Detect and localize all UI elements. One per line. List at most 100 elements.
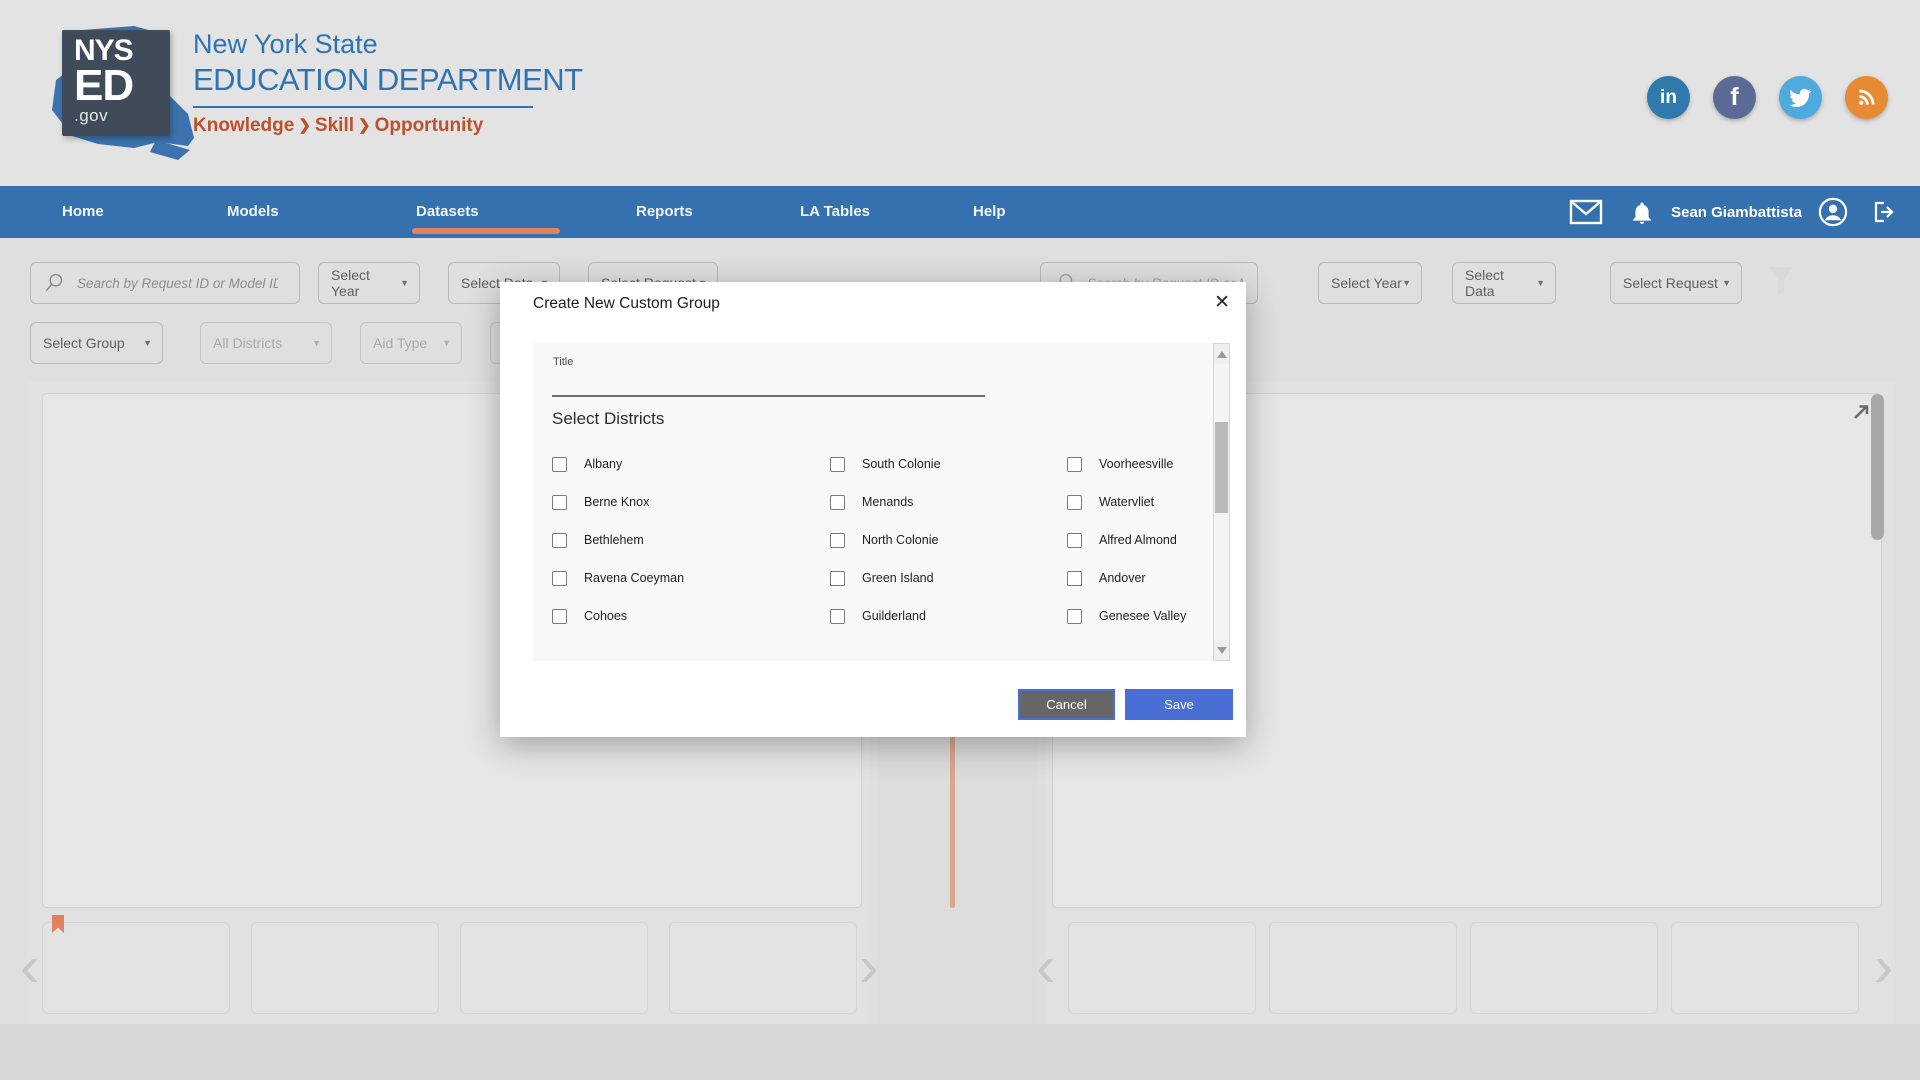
scrollbar-up-button[interactable] [1214,344,1229,364]
left-search-input[interactable] [75,275,280,292]
right-carousel-prev-icon[interactable]: ‹ [1036,938,1055,996]
district-label: North Colonie [862,533,938,547]
district-label: Menands [862,495,913,509]
facebook-icon[interactable]: f [1713,76,1756,119]
district-label: South Colonie [862,457,941,471]
filter-funnel-icon[interactable] [1768,266,1794,296]
title-input[interactable] [552,365,985,397]
district-item: Guilderland [830,608,941,624]
tagline-knowledge: Knowledge [193,115,294,136]
right-select-year-dropdown[interactable]: Select Year▼ [1318,262,1422,304]
nav-item-la-tables[interactable]: LA Tables [800,186,870,238]
district-checkbox-berne-knox[interactable] [552,495,567,510]
nav-right-cluster: Sean Giambattista [1569,186,1896,238]
district-item: Andover [1067,570,1186,586]
district-checkbox-voorheesville[interactable] [1067,457,1082,472]
nav-item-reports[interactable]: Reports [636,186,693,238]
triangle-down-icon [1217,647,1227,654]
carousel-card[interactable] [460,922,648,1014]
left-carousel-prev-icon[interactable]: ‹ [20,938,39,996]
page-scrollbar-thumb[interactable] [1871,394,1884,540]
left-carousel-next-icon[interactable]: › [859,938,878,996]
district-item: Green Island [830,570,941,586]
all-districts-dropdown[interactable]: All Districts▼ [200,322,332,364]
district-checkbox-cohoes[interactable] [552,609,567,624]
district-column-2: South Colonie Menands North Colonie Gree… [830,456,941,624]
nav-item-help[interactable]: Help [973,186,1006,238]
aid-type-dropdown[interactable]: Aid Type▼ [360,322,462,364]
district-item: Berne Knox [552,494,684,510]
district-item: Albany [552,456,684,472]
bottom-strip [0,1024,1920,1080]
site-header: NYS ED .gov New York State EDUCATION DEP… [0,0,1920,186]
district-checkbox-andover[interactable] [1067,571,1082,586]
brand-tagline: Knowledge❯Skill❯Opportunity [193,115,583,137]
modal-title: Create New Custom Group [533,295,720,313]
district-item: Ravena Coeyman [552,570,684,586]
district-checkbox-ravena-coeyman[interactable] [552,571,567,586]
carousel-card[interactable] [669,922,857,1014]
district-label: Ravena Coeyman [584,571,684,585]
save-button[interactable]: Save [1125,689,1233,720]
select-group-dropdown[interactable]: Select Group▼ [30,322,163,364]
district-checkbox-menands[interactable] [830,495,845,510]
carousel-card[interactable] [1269,922,1457,1014]
sign-out-icon[interactable] [1872,200,1896,224]
right-carousel-next-icon[interactable]: › [1874,938,1893,996]
district-checkbox-green-island[interactable] [830,571,845,586]
chevron-down-icon: ▼ [400,278,409,288]
user-name[interactable]: Sean Giambattista [1671,204,1802,221]
district-item: Alfred Almond [1067,532,1186,548]
carousel-card[interactable] [1068,922,1256,1014]
nav-item-models[interactable]: Models [227,186,279,238]
district-checkbox-albany[interactable] [552,457,567,472]
modal-scrollbar-thumb[interactable] [1215,422,1228,513]
scrollbar-down-button[interactable] [1214,640,1229,660]
notifications-bell-icon[interactable] [1631,199,1653,225]
carousel-card[interactable] [42,922,230,1014]
mail-icon[interactable] [1569,199,1603,225]
account-avatar-icon[interactable] [1818,197,1848,227]
district-checkbox-watervliet[interactable] [1067,495,1082,510]
chevron-down-icon: ▼ [442,338,451,348]
chevron-down-icon: ▼ [1722,278,1731,288]
district-checkbox-alfred-almond[interactable] [1067,533,1082,548]
district-item: Menands [830,494,941,510]
district-checkbox-south-colonie[interactable] [830,457,845,472]
district-checkbox-guilderland[interactable] [830,609,845,624]
carousel-card[interactable] [1470,922,1658,1014]
district-checkbox-north-colonie[interactable] [830,533,845,548]
tagline-opportunity: Opportunity [375,115,484,136]
district-label: Bethlehem [584,533,644,547]
rss-icon[interactable] [1845,76,1888,119]
district-column-1: Albany Berne Knox Bethlehem Ravena Coeym… [552,456,684,624]
left-select-year-dropdown[interactable]: Select Year▼ [318,262,420,304]
right-carousel [1068,922,1859,1014]
close-icon[interactable]: ✕ [1214,291,1230,315]
district-item: North Colonie [830,532,941,548]
district-item: Cohoes [552,608,684,624]
right-select-request-dropdown[interactable]: Select Request▼ [1610,262,1742,304]
salmon-divider-line [950,737,955,908]
modal-scroll-area: Title Select Districts Albany Berne Knox… [533,343,1230,661]
brand-rule [193,106,533,108]
linkedin-icon[interactable]: in [1647,76,1690,119]
brand-line2: EDUCATION DEPARTMENT [193,60,583,100]
carousel-card[interactable] [251,922,439,1014]
district-label: Cohoes [584,609,627,623]
right-select-data-dropdown[interactable]: Select Data▼ [1452,262,1556,304]
active-tab-underline [412,228,560,234]
district-item: South Colonie [830,456,941,472]
district-label: Albany [584,457,622,471]
district-checkbox-bethlehem[interactable] [552,533,567,548]
district-checkbox-genesee-valley[interactable] [1067,609,1082,624]
carousel-card[interactable] [1671,922,1859,1014]
district-label: Green Island [862,571,934,585]
expand-icon[interactable] [1851,402,1871,422]
left-search-box[interactable] [30,262,300,304]
twitter-icon[interactable] [1779,76,1822,119]
tagline-chevron-icon: ❯ [354,117,375,134]
district-label: Watervliet [1099,495,1154,509]
cancel-button[interactable]: Cancel [1018,689,1115,720]
nav-item-home[interactable]: Home [62,186,104,238]
